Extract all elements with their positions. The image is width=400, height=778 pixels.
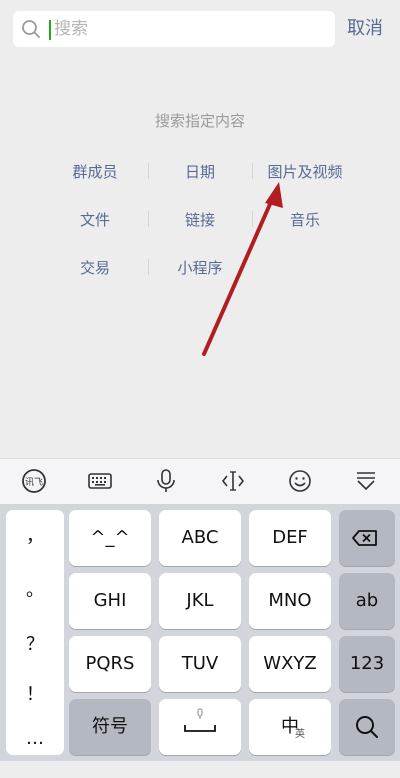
annotation-arrow-icon (202, 182, 283, 356)
keyboard-icon[interactable] (86, 467, 114, 495)
keyboard-toolbar: 讯飞 (0, 458, 400, 505)
space-bar-icon (184, 708, 216, 732)
cursor-move-icon[interactable] (219, 467, 247, 495)
key-ghi[interactable]: GHI (69, 573, 151, 629)
punct-key[interactable]: … (6, 728, 64, 749)
backspace-icon (352, 530, 377, 546)
language-switch-key[interactable]: 中英 (249, 699, 331, 755)
collapse-keyboard-icon[interactable] (352, 467, 380, 495)
key-lowercase[interactable]: ab (339, 573, 395, 629)
key-tuv[interactable]: TUV (159, 636, 241, 692)
punct-key[interactable]: ？ (6, 630, 64, 656)
key-abc[interactable]: ABC (159, 510, 241, 566)
punct-key[interactable]: ！ (6, 680, 64, 706)
keyboard: ， 。 ？ ！ … ^_^ ABC DEF GHI JKL MNO ab PQR… (0, 504, 400, 761)
punct-key[interactable]: 。 (6, 576, 64, 602)
punct-key[interactable]: ， (6, 522, 64, 548)
search-icon (356, 716, 378, 738)
search-key[interactable] (339, 699, 395, 755)
key-mno[interactable]: MNO (249, 573, 331, 629)
key-numbers[interactable]: 123 (339, 636, 395, 692)
backspace-button[interactable] (339, 510, 395, 566)
key-wxyz[interactable]: WXYZ (249, 636, 331, 692)
microphone-icon[interactable] (152, 467, 180, 495)
key-pqrs[interactable]: PQRS (69, 636, 151, 692)
key-def[interactable]: DEF (249, 510, 331, 566)
svg-text:讯飞: 讯飞 (25, 477, 43, 488)
key-emoticon[interactable]: ^_^ (69, 510, 151, 566)
emoji-icon[interactable] (286, 467, 314, 495)
key-symbols[interactable]: 符号 (69, 699, 151, 755)
punctuation-column: ， 。 ？ ！ … (6, 510, 64, 755)
key-jkl[interactable]: JKL (159, 573, 241, 629)
sogou-logo-icon[interactable]: 讯飞 (20, 467, 48, 495)
lang-sub-label: 英 (295, 729, 305, 740)
space-key[interactable] (159, 699, 241, 755)
